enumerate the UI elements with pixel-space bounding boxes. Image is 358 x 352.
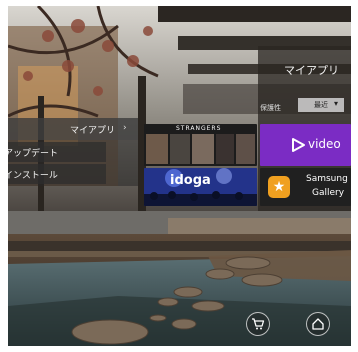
app-tile-idoga[interactable]: idoga (144, 168, 257, 206)
tile-label: STRANGERS (176, 125, 222, 132)
app-tile-video[interactable]: video (260, 124, 351, 166)
menu-item-label: マイアプリ (70, 126, 116, 136)
tile-label: video (308, 137, 341, 151)
home-icon (312, 318, 324, 330)
menu-item-install[interactable]: インストール (8, 164, 106, 184)
menu-item-label: アップデート (8, 149, 59, 159)
menu-item-my-apps[interactable]: マイアプリ › (8, 118, 138, 140)
tile-label-line2: Gallery (312, 188, 345, 198)
left-menu-panel: マイアプリ › アップデート インストール (8, 118, 138, 186)
tile-label: idoga (170, 173, 211, 188)
cart-icon (252, 318, 265, 330)
home-button[interactable] (306, 312, 330, 336)
tile-label-line1: Samsung (306, 174, 348, 184)
sort-label: 最近 (314, 101, 328, 109)
filter-label[interactable]: 保護性 (260, 103, 281, 113)
vr-environment-view: マイアプリ › アップデート インストール マイアプリ 保護性 最近 ▾ STR… (8, 6, 351, 346)
menu-item-label: インストール (8, 171, 58, 181)
store-button[interactable] (246, 312, 270, 336)
chevron-right-icon: › (123, 123, 127, 133)
app-tile-strangers[interactable]: STRANGERS (144, 124, 257, 166)
star-icon: ★ (268, 176, 290, 198)
menu-item-update[interactable]: アップデート (8, 142, 106, 162)
app-tile-samsung-gallery[interactable]: ★ Samsung Gallery (260, 168, 351, 206)
caret-down-icon: ▾ (334, 99, 339, 108)
page-title: マイアプリ (284, 64, 339, 77)
play-icon (292, 138, 305, 152)
sort-dropdown[interactable]: 最近 ▾ (298, 98, 344, 112)
